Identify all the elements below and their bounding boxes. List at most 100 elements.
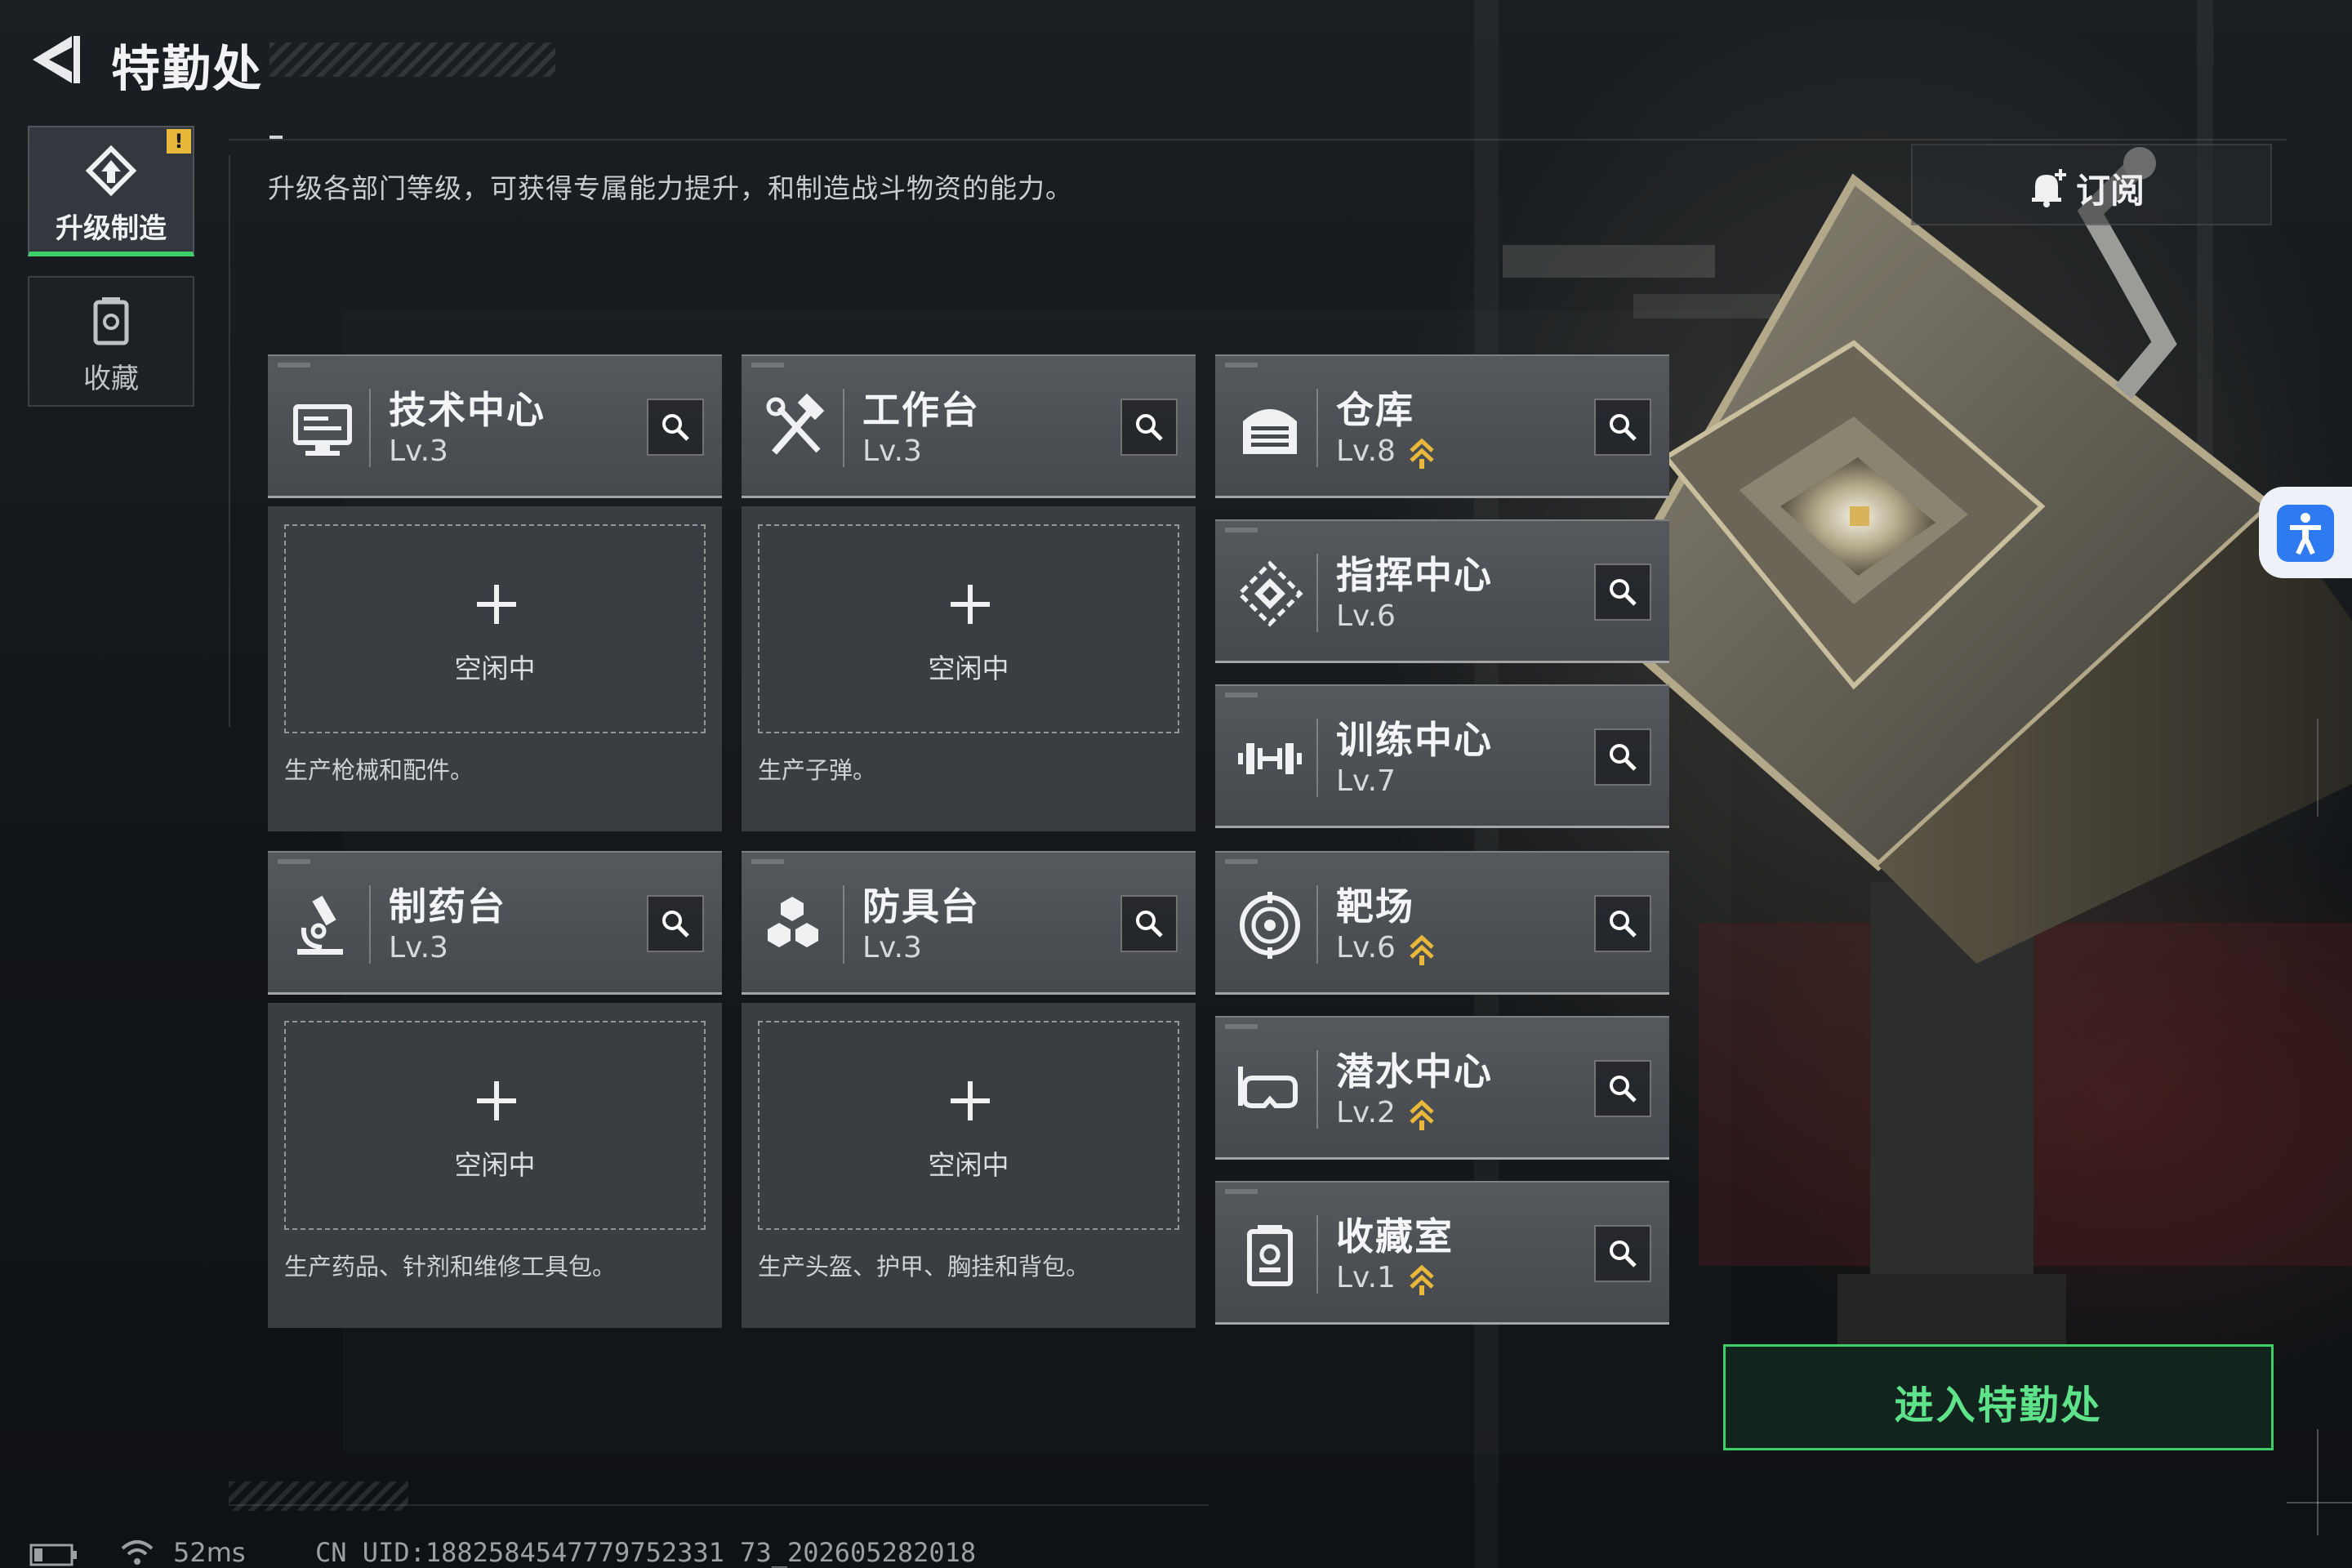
production-slot-tech-center: 空闲中 生产枪械和配件。 xyxy=(268,506,722,831)
slot-status: 空闲中 xyxy=(928,1149,1009,1181)
card-tag xyxy=(1225,859,1258,864)
warehouse-icon xyxy=(1243,409,1297,454)
back-button[interactable] xyxy=(24,31,82,88)
facility-card-pharmacy[interactable]: 制药台 Lv.3 xyxy=(268,851,722,995)
search-button[interactable] xyxy=(1594,399,1651,456)
add-production-slot[interactable]: 空闲中 xyxy=(284,1021,706,1230)
search-icon xyxy=(1136,414,1163,441)
page-title: 特勤处 xyxy=(111,41,263,98)
slot-status: 空闲中 xyxy=(454,653,536,684)
facility-card-shooting-range[interactable]: 靶场 Lv.6 xyxy=(1215,851,1669,995)
microscope-icon xyxy=(297,895,343,955)
facility-name: 靶场 xyxy=(1336,884,1414,929)
bell-plus-icon xyxy=(2032,169,2066,207)
dumbbell-icon xyxy=(1238,743,1302,774)
plus-icon xyxy=(477,1081,516,1120)
top-divider xyxy=(229,139,2287,140)
status-bar: 52ms CN UID:1882584547779752331 73_20260… xyxy=(24,1535,1168,1568)
search-button[interactable] xyxy=(1594,895,1651,952)
ping-readout: 52ms xyxy=(173,1537,246,1568)
facility-name: 指挥中心 xyxy=(1336,553,1493,597)
facility-level: Lv.3 xyxy=(862,434,922,468)
collection-icon xyxy=(93,297,129,345)
search-icon xyxy=(1610,911,1637,938)
back-arrow-icon xyxy=(33,36,80,83)
search-button[interactable] xyxy=(1594,1060,1651,1117)
facility-name: 防具台 xyxy=(862,884,980,929)
search-button[interactable] xyxy=(647,399,704,456)
facility-level: Lv.8 xyxy=(1336,434,1396,468)
facility-level: Lv.6 xyxy=(1336,931,1396,964)
facility-card-command-center[interactable]: 指挥中心 Lv.6 xyxy=(1215,519,1669,663)
slot-description: 生产枪械和配件。 xyxy=(284,756,474,784)
upgrade-arrow-icon xyxy=(1410,438,1434,469)
card-tag xyxy=(1225,1189,1258,1194)
top-divider-tick xyxy=(270,136,283,139)
plus-icon xyxy=(951,585,990,624)
wifi-icon xyxy=(121,1540,154,1565)
card-tag xyxy=(1225,528,1258,532)
production-slot-workbench: 空闲中 生产子弹。 xyxy=(742,506,1196,831)
tab-collection[interactable]: 收藏 xyxy=(28,276,194,407)
slot-status: 空闲中 xyxy=(928,653,1009,684)
facility-card-workbench[interactable]: 工作台 Lv.3 xyxy=(742,354,1196,498)
tab-upgrade-craft[interactable]: 升级制造 ! xyxy=(28,126,194,256)
facility-level: Lv.3 xyxy=(389,434,448,468)
facility-card-tech-center[interactable]: 技术中心 Lv.3 xyxy=(268,354,722,498)
facility-card-diving-center[interactable]: 潜水中心 Lv.2 xyxy=(1215,1016,1669,1160)
search-icon xyxy=(1610,744,1637,771)
search-button[interactable] xyxy=(1120,399,1178,456)
command-diamond-icon xyxy=(1236,560,1303,627)
card-tag xyxy=(751,363,784,368)
upgrade-arrow-icon xyxy=(1410,1099,1434,1130)
battery-icon xyxy=(29,1544,77,1566)
title-decoration xyxy=(270,42,555,77)
tab-upgrade-craft-label: 升级制造 xyxy=(56,212,167,245)
facility-card-collection-room[interactable]: 收藏室 Lv.1 xyxy=(1215,1181,1669,1325)
special-ops-screen: 特勤处 升级制造 ! 收藏 升级各部门等级，可获得专属能力提升，和制造战斗物资的… xyxy=(0,0,2352,1568)
search-icon xyxy=(662,911,689,938)
search-button[interactable] xyxy=(1594,728,1651,786)
accessibility-icon xyxy=(2290,513,2321,555)
card-tag xyxy=(1225,363,1258,368)
search-button[interactable] xyxy=(1594,1225,1651,1282)
monitor-icon xyxy=(293,404,352,456)
facility-name: 收藏室 xyxy=(1336,1214,1454,1258)
add-production-slot[interactable]: 空闲中 xyxy=(758,524,1179,733)
facility-card-training-center[interactable]: 训练中心 Lv.7 xyxy=(1215,684,1669,828)
armor-blocks-icon xyxy=(768,897,818,947)
search-icon xyxy=(1610,1241,1637,1267)
facility-level: Lv.2 xyxy=(1336,1096,1396,1129)
enter-button-label: 进入特勤处 xyxy=(1894,1383,2103,1428)
card-tag xyxy=(278,859,310,864)
subscribe-button[interactable]: 订阅 xyxy=(1911,144,2272,225)
enter-special-ops-button[interactable]: 进入特勤处 xyxy=(1723,1344,2274,1450)
facility-level: Lv.6 xyxy=(1336,599,1396,633)
slot-description: 生产头盔、护甲、胸挂和背包。 xyxy=(758,1253,1090,1281)
search-button[interactable] xyxy=(647,895,704,952)
tab-collection-label: 收藏 xyxy=(83,363,139,395)
accessibility-button[interactable] xyxy=(2259,487,2352,578)
add-production-slot[interactable]: 空闲中 xyxy=(758,1021,1179,1230)
search-icon xyxy=(1136,911,1163,938)
slot-description: 生产子弹。 xyxy=(758,756,877,784)
upgrade-craft-icon xyxy=(85,145,137,197)
search-button[interactable] xyxy=(1594,564,1651,621)
add-production-slot[interactable]: 空闲中 xyxy=(284,524,706,733)
facility-card-armor-bench[interactable]: 防具台 Lv.3 xyxy=(742,851,1196,995)
alert-badge: ! xyxy=(167,129,191,154)
facility-name: 技术中心 xyxy=(389,388,546,432)
upgrade-arrow-icon xyxy=(1410,1264,1434,1295)
facility-card-warehouse[interactable]: 仓库 Lv.8 xyxy=(1215,354,1669,498)
slot-status: 空闲中 xyxy=(454,1149,536,1181)
facility-name: 仓库 xyxy=(1336,388,1414,432)
facility-level: Lv.7 xyxy=(1336,764,1396,798)
user-uid: CN UID:1882584547779752331 73_2026052820… xyxy=(315,1537,977,1568)
facility-name: 制药台 xyxy=(389,884,506,929)
page-description: 升级各部门等级，可获得专属能力提升，和制造战斗物资的能力。 xyxy=(268,172,1073,204)
card-tag xyxy=(278,363,310,368)
search-button[interactable] xyxy=(1120,895,1178,952)
subscribe-label: 订阅 xyxy=(2076,171,2145,211)
plus-icon xyxy=(951,1081,990,1120)
target-icon xyxy=(1240,892,1300,959)
